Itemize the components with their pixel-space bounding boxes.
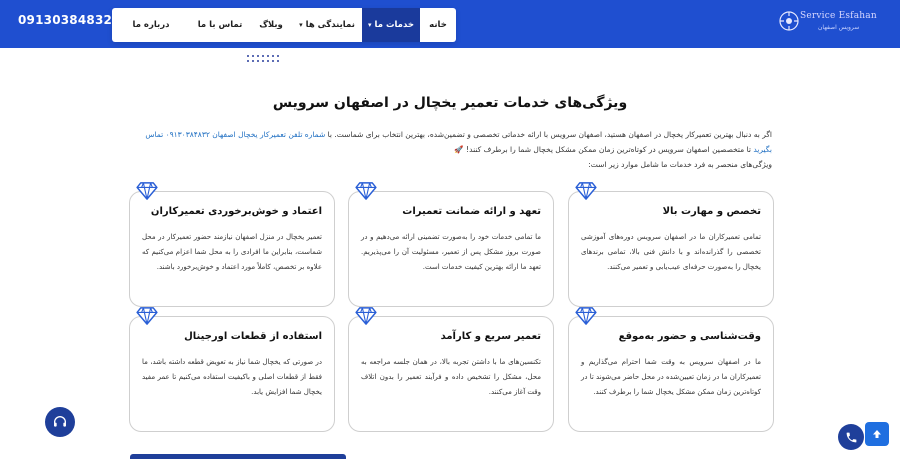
feature-card-text: ما در اصفهان سرویس به وقت شما احترام می‌… [581,358,761,396]
intro-part-1: اگر به دنبال بهترین تعمیرکار یخچال در اص… [325,130,772,139]
feature-card-title: تخصص و مهارت بالا [662,206,761,217]
feature-card-text: تکنسین‌های ما با داشتن تجربه بالا، در هم… [361,358,541,396]
support-button[interactable] [45,407,75,437]
feature-card-text: تمامی تعمیرکاران ما در اصفهان سرویس دوره… [581,233,761,271]
headset-icon [54,416,66,427]
chevron-down-icon: ▾ [299,21,303,29]
chevron-down-icon: ▾ [368,21,372,29]
diamond-icon [136,182,158,200]
phone-icon [846,432,856,442]
phone-number[interactable]: 09130384832 [18,13,112,27]
nav-item-label: تماس با ما [197,20,243,30]
feature-card-title: وقت‌شناسی و حضور به‌موقع [618,331,761,342]
feature-card-text: در صورتی که یخچال شما نیاز به تعویض قطعه… [142,358,322,396]
site-header: 09130384832 خانه خدمات ما ▾ نمایندگی ها ▾ وبل… [0,0,900,48]
call-button[interactable] [838,424,864,450]
nav-item-4[interactable]: تماس با ما [190,8,250,42]
main-nav: خانه خدمات ما ▾ نمایندگی ها ▾ وبلاگ تماس با ما… [112,8,456,42]
diamond-icon [355,182,377,200]
feature-card: تعمیر سریع و کارآمد تکنسین‌های ما با داشت… [348,307,554,432]
logo-name: Service Esfahan [800,11,877,21]
arrow-up-icon [873,430,881,438]
decorative-dots [247,55,279,62]
feature-card-text: ما تمامی خدمات خود را به‌صورت تضمینی ارا… [361,233,541,271]
feature-card-text: تعمیر یخچال در منزل اصفهان نیازمند حضور … [142,233,322,271]
feature-card: وقت‌شناسی و حضور به‌موقع ما در اصفهان سرو… [568,307,774,432]
section-title: ویژگی‌های خدمات تعمیر یخچال در اصفهان سر… [272,95,628,111]
diamond-icon [575,307,597,325]
intro-part-2: تا متخصصین اصفهان سرویس در کوتاه‌ترین زم… [454,145,754,154]
feature-card: تخصص و مهارت بالا تمامی تعمیرکاران ما در … [568,182,774,307]
nav-item-label: خانه [429,20,447,30]
feature-card: اعتماد و خوش‌برخوردی تعمیرکاران تعمیر یخچ… [129,182,335,307]
logo-icon [779,11,799,31]
feature-card: تعهد و ارائه ضمانت تعمیرات ما تمامی خدمات… [348,182,554,307]
nav-item-label: وبلاگ [259,20,283,30]
intro-text: اگر به دنبال بهترین تعمیرکار یخچال در اص… [128,127,772,172]
scroll-top-button[interactable] [865,422,889,446]
diamond-icon [575,182,597,200]
nav-item-label: درباره ما [132,20,170,30]
diamond-icon [355,307,377,325]
site-logo[interactable]: Service Esfahan سرویس اصفهان [778,8,888,38]
intro-line-3: ویژگی‌های منحصر به فرد خدمات ما شامل موا… [588,160,772,169]
feature-card-title: تعهد و ارائه ضمانت تعمیرات [402,206,541,217]
feature-card-title: تعمیر سریع و کارآمد [440,331,541,342]
feature-card-title: اعتماد و خوش‌برخوردی تعمیرکاران [150,206,322,217]
nav-item-0[interactable]: خانه [420,8,456,42]
nav-item-label: خدمات ما [374,20,414,30]
feature-card-title: استفاده از قطعات اورجینال [184,331,322,342]
logo-subtitle: سرویس اصفهان [818,24,860,31]
nav-item-1[interactable]: خدمات ما ▾ [362,8,420,42]
bottom-button-edge [130,454,346,459]
feature-card: استفاده از قطعات اورجینال در صورتی که یخچ… [129,307,335,432]
nav-item-2[interactable]: نمایندگی ها ▾ [292,8,362,42]
nav-item-3[interactable]: وبلاگ [250,8,292,42]
nav-item-label: نمایندگی ها [305,20,355,30]
diamond-icon [136,307,158,325]
nav-item-5[interactable]: درباره ما [112,8,190,42]
